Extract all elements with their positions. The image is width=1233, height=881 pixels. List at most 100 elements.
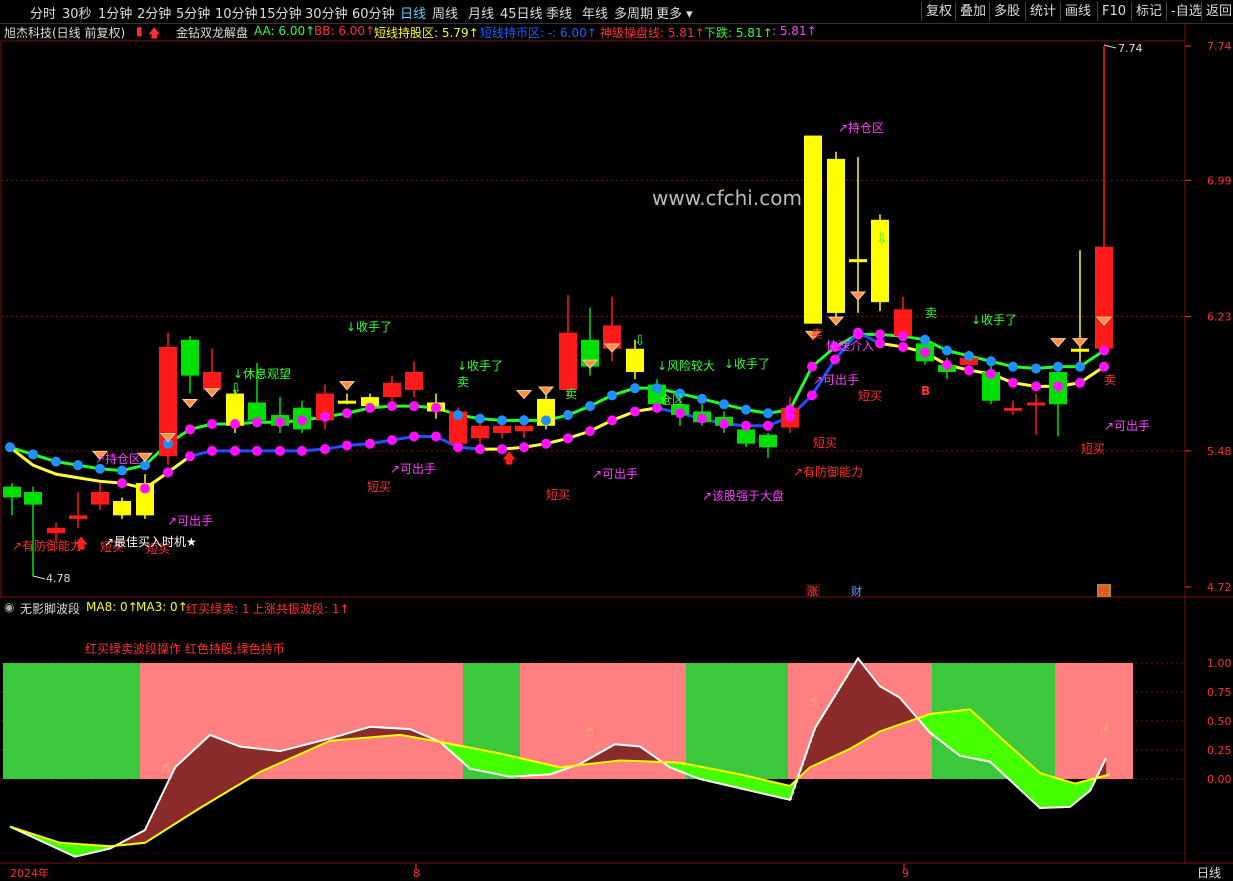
annotation-label: 快速介入 [826,339,874,353]
sub-band [360,729,363,739]
sub-band [1002,739,1005,773]
sub-band [78,844,81,857]
sub-band [878,683,881,733]
candle-body [1071,348,1089,352]
sub-band [618,744,621,761]
sub-band [634,745,637,761]
sub-band [1050,776,1053,808]
sub-band [990,727,993,762]
sub-band [772,781,775,796]
hand-pointer-icon: ☝ [1100,721,1109,739]
sub-band [1104,762,1107,776]
sub-band [250,747,253,779]
lower-dot [942,359,952,370]
upper-dot [875,329,885,340]
sub-band [154,811,157,838]
sub-band [744,775,747,790]
sub-band [244,746,247,782]
lower-dot [207,445,217,456]
sub-band [272,750,275,767]
sub-band [1074,783,1077,804]
sub-band [982,720,985,761]
upper-dot [697,393,707,404]
sub-band [278,750,281,764]
sub-band [206,738,209,805]
annotation-label: 卖 [457,375,469,389]
sub-band [860,660,863,744]
sub-band [532,760,535,776]
sub-band [992,729,995,764]
sub-band [868,671,871,739]
sub-band [970,709,973,758]
sub-band [236,744,239,787]
sub-band [224,740,227,794]
upper-dot [497,415,507,426]
chart-canvas[interactable]: ↗有防御能力 短买 短买↗最佳买入时机★↗持仓区↗可出手↓休息观望↓收手了↗可出手短… [0,0,1233,881]
sub-band [808,748,811,770]
lower-dot [875,338,885,349]
bang-marker: 榜 [1098,584,1109,598]
diamond-icon [1071,338,1089,348]
sub-band [758,778,761,793]
sub-band [994,731,997,766]
sub-band [956,711,959,753]
diamond-icon [1049,338,1067,348]
sub-band [500,753,503,775]
lower-dot [1031,381,1041,392]
sub-band [882,687,885,731]
sub-band [202,742,205,807]
sub-band [726,771,729,786]
sub-band [520,758,523,777]
sub-band [948,711,951,747]
annotation-label: ↗可出手 [167,514,213,528]
sub-band [1058,778,1061,808]
sub-band [880,686,883,732]
sub-band [722,770,725,785]
sub-band [544,763,547,775]
sub-band [762,779,765,794]
sub-band [936,713,939,738]
sub-band [1022,757,1025,792]
sub-band [204,740,207,806]
sub-band [190,753,193,815]
sub-band [818,723,821,764]
sub-band [1004,740,1007,775]
sub-band [764,779,767,794]
upper-dot [1075,361,1085,372]
upper-dot [275,417,285,428]
sub-band [1030,764,1033,799]
sub-band [240,746,243,785]
sub-band [492,751,495,774]
sub-band [946,712,949,745]
lower-dot [807,390,817,401]
candle-body [737,429,755,444]
upper-dot [920,334,930,345]
sub-band [974,713,977,759]
sub-band [704,767,707,780]
price-label: 6.23 [1207,311,1232,324]
sub-band [932,713,935,735]
sub-band [688,764,691,775]
sub-band [738,773,741,788]
upper-dot [207,418,217,429]
candle-body [1004,407,1022,411]
sub-band [734,773,737,787]
sub-band [636,746,639,762]
sub-band [780,783,783,798]
sub-band [1020,755,1023,790]
sub-band [890,692,893,728]
lower-dot [1053,381,1063,392]
sub-band [960,710,963,756]
upper-dot [185,424,195,435]
sub-band [542,763,545,775]
sub-band [822,716,825,762]
watermark: www.cfchi.com [652,186,802,210]
sub-band [776,782,779,797]
annotation-label: ↗该股强于大盘 [702,488,784,503]
sub-band [786,785,789,799]
lower-dot [117,478,127,489]
sub-band [536,761,539,776]
sub-band [1062,779,1065,808]
annotation-label: 卖 [811,327,823,341]
sub-band [608,748,611,762]
